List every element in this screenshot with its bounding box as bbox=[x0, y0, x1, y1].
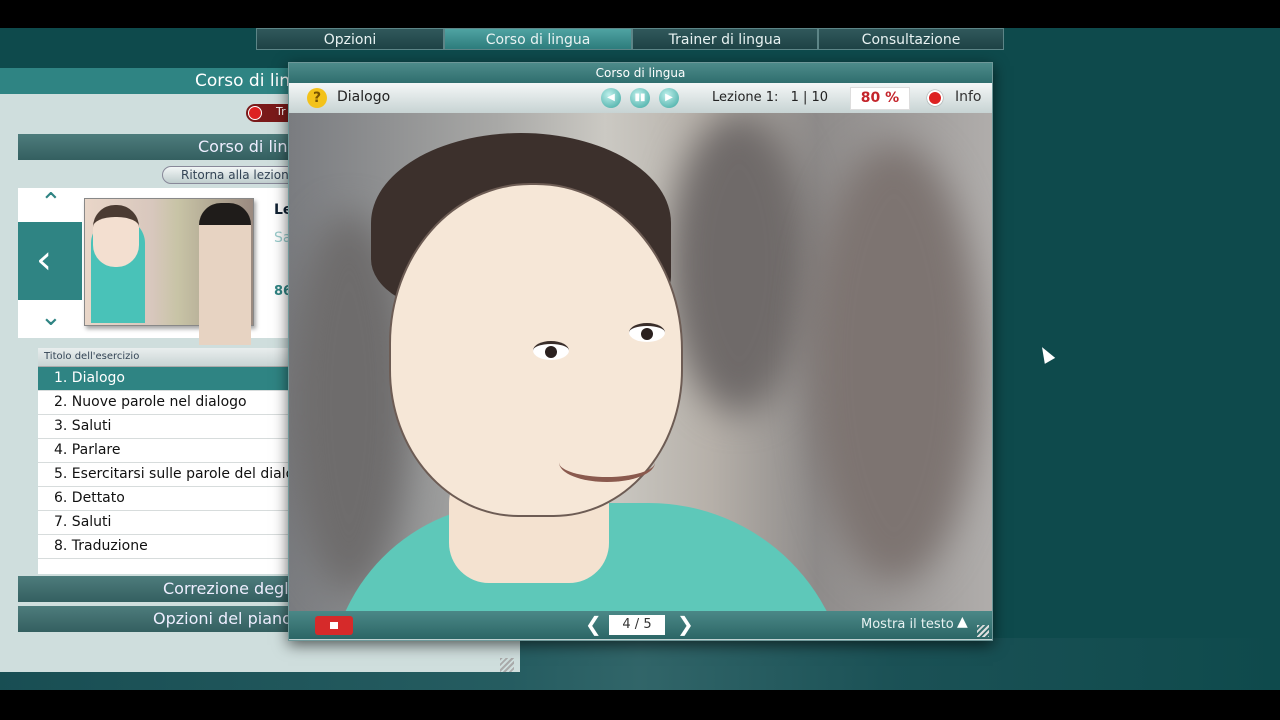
previous-icon[interactable]: ◀ bbox=[601, 88, 621, 108]
previous-lesson-button[interactable]: ‹ bbox=[18, 222, 82, 300]
plan-options-bar[interactable]: Opzioni del piano bbox=[18, 606, 308, 632]
exercise-item[interactable]: 3. Saluti bbox=[38, 415, 308, 439]
window-toolbar: ? Dialogo ◀ ▮▮ ▶ Lezione 1: 1 | 10 80 % … bbox=[289, 83, 992, 113]
lesson-thumbnail[interactable] bbox=[84, 198, 254, 345]
exercise-list: Titolo dell'esercizio 1. Dialogo 2. Nuov… bbox=[38, 348, 308, 574]
chevron-down-icon[interactable]: ⌄ bbox=[40, 304, 62, 330]
menu-item-corso-di-lingua[interactable]: Corso di lingua bbox=[444, 28, 632, 50]
thumbnail-man bbox=[199, 203, 251, 345]
window-title: Corso di lingua bbox=[289, 63, 992, 83]
stop-icon bbox=[330, 622, 338, 629]
thumbnail-woman-head bbox=[93, 205, 139, 267]
resize-grip[interactable] bbox=[500, 658, 514, 672]
exercise-item[interactable]: 5. Esercitarsi sulle parole del dialogo bbox=[38, 463, 308, 487]
exercise-item[interactable]: 2. Nuove parole nel dialogo bbox=[38, 391, 308, 415]
trainer-button-label: Tr bbox=[276, 105, 286, 118]
lesson-selector: ⌃ ‹ ⌄ Le Sa 86 bbox=[18, 188, 308, 345]
exercise-list-header: Titolo dell'esercizio bbox=[38, 348, 308, 367]
lesson-label: Lezione 1: bbox=[712, 90, 779, 105]
info-button[interactable]: Info bbox=[927, 88, 987, 108]
return-to-lesson-button[interactable]: Ritorna alla lezion bbox=[162, 166, 302, 184]
lesson-progress: 1 | 10 bbox=[790, 90, 829, 105]
show-text-button[interactable]: Mostra il testo bbox=[861, 617, 954, 632]
corrections-bar[interactable]: Correzione degli bbox=[18, 576, 308, 602]
page-indicator: 4 / 5 bbox=[609, 615, 665, 635]
exercise-item[interactable]: 1. Dialogo bbox=[38, 367, 308, 391]
dialogue-window: Corso di lingua ? Dialogo ◀ ▮▮ ▶ Lezione… bbox=[288, 62, 993, 641]
play-icon bbox=[927, 90, 943, 106]
exercise-item[interactable]: 4. Parlare bbox=[38, 439, 308, 463]
background-person bbox=[809, 143, 979, 583]
woman-eye bbox=[629, 323, 665, 342]
next-icon[interactable]: ▶ bbox=[659, 88, 679, 108]
stop-button[interactable] bbox=[315, 616, 353, 635]
window-status-bar: ❮ 4 / 5 ❯ Mostra il testo ▲ bbox=[289, 611, 992, 639]
background-person bbox=[669, 113, 809, 413]
top-menu: Opzioni Corso di lingua Trainer di lingu… bbox=[256, 28, 1004, 50]
chevron-left-icon: ‹ bbox=[36, 237, 52, 283]
exercise-item[interactable]: 6. Dettato bbox=[38, 487, 308, 511]
menu-item-opzioni[interactable]: Opzioni bbox=[256, 28, 444, 50]
woman-mouth bbox=[559, 443, 655, 482]
exercise-item[interactable]: 7. Saluti bbox=[38, 511, 308, 535]
chevron-up-icon[interactable]: ⌃ bbox=[40, 190, 62, 216]
play-icon bbox=[248, 106, 262, 120]
menu-item-trainer-di-lingua[interactable]: Trainer di lingua bbox=[632, 28, 818, 50]
info-label: Info bbox=[955, 89, 982, 105]
course-section-title: Corso di lin bbox=[18, 134, 308, 160]
menu-item-consultazione[interactable]: Consultazione bbox=[818, 28, 1004, 50]
lesson-indicator: Lezione 1: 1 | 10 bbox=[712, 90, 828, 105]
chevron-left-icon[interactable]: ❮ bbox=[585, 613, 602, 635]
woman-eye bbox=[533, 341, 569, 360]
dialogue-illustration bbox=[289, 113, 992, 611]
exercise-item[interactable]: 8. Traduzione bbox=[38, 535, 308, 559]
score-badge: 80 % bbox=[850, 87, 910, 110]
repeat-icon[interactable]: ▮▮ bbox=[630, 88, 650, 108]
resize-grip[interactable] bbox=[977, 625, 989, 637]
chevron-right-icon[interactable]: ❯ bbox=[677, 613, 694, 635]
triangle-up-icon[interactable]: ▲ bbox=[957, 614, 968, 630]
exercise-mode-label: Dialogo bbox=[337, 89, 391, 105]
help-icon[interactable]: ? bbox=[307, 88, 327, 108]
